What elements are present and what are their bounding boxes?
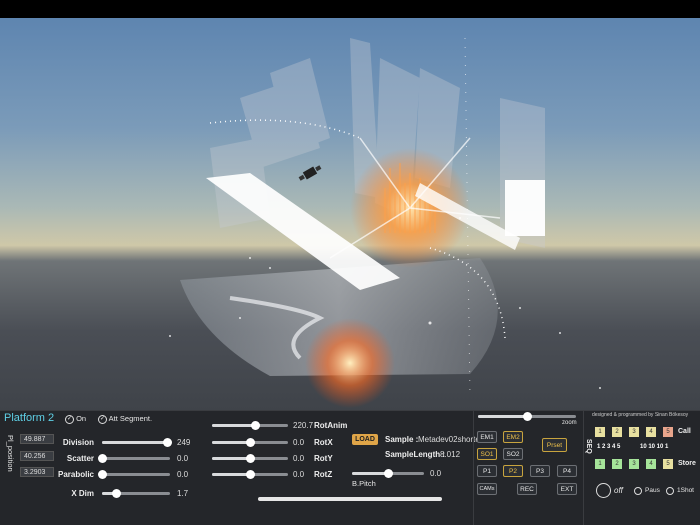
- param-label: Scatter: [66, 454, 94, 463]
- 3d-viewport[interactable]: [0, 18, 700, 410]
- checkmark-icon: ✓: [98, 414, 107, 424]
- platform-title: Platform 2: [4, 412, 55, 424]
- slider-knob[interactable]: [384, 469, 393, 478]
- call-slot[interactable]: 3: [629, 427, 639, 437]
- control-panel: Platform 2 ✓ On ✓ Att Segment. Pl_positi…: [0, 410, 700, 525]
- rotation-label: RotY: [314, 454, 333, 463]
- sample-length-label: SampleLength :: [385, 450, 446, 459]
- home-indicator: [258, 497, 442, 501]
- oneshot-radio[interactable]: [666, 487, 674, 495]
- call-repeat[interactable]: 10 10 10 1: [640, 444, 668, 450]
- em2-button[interactable]: EM2: [503, 431, 523, 443]
- zoom-label: zoom: [562, 420, 577, 426]
- rotation-slider[interactable]: [212, 470, 288, 479]
- store-slot[interactable]: 5: [663, 459, 673, 469]
- pitch-label: B.Pitch: [352, 479, 376, 488]
- scene-render: [169, 37, 601, 408]
- param-slider[interactable]: [98, 470, 170, 479]
- p3-button[interactable]: P3: [530, 465, 550, 477]
- em1-button[interactable]: EM1: [477, 431, 497, 443]
- pitch-slider[interactable]: [352, 469, 424, 478]
- call-slot[interactable]: 4: [646, 427, 656, 437]
- white-panel: [505, 180, 545, 236]
- p4-button[interactable]: P4: [557, 465, 577, 477]
- paus-label: Paus: [645, 487, 660, 494]
- credit-text: designed & programmed by Sinan Bökesoy: [592, 412, 689, 418]
- call-sequence[interactable]: 1 2 3 4 5: [597, 444, 620, 450]
- seq-label: SEQ: [585, 439, 592, 454]
- satellite-object: [298, 165, 322, 181]
- slider-knob[interactable]: [98, 470, 107, 479]
- param-label: Division: [62, 438, 94, 447]
- rotation-slider[interactable]: [212, 421, 288, 430]
- sample-label: Sample :: [385, 435, 419, 444]
- sample-length-value: 8.012: [440, 450, 461, 459]
- so1-button[interactable]: SO1: [477, 448, 497, 460]
- param-value: 0.0: [177, 470, 189, 479]
- call-label: Call: [678, 428, 691, 435]
- slider-knob[interactable]: [246, 470, 255, 479]
- store-slot[interactable]: 2: [612, 459, 622, 469]
- ext-button[interactable]: EXT: [557, 483, 577, 495]
- slider-knob[interactable]: [246, 438, 255, 447]
- param-label: X Dim: [71, 489, 94, 498]
- rec-button[interactable]: REC: [517, 483, 537, 495]
- store-label: Store: [678, 460, 696, 467]
- param-label: Parabolic: [57, 470, 94, 479]
- call-slot[interactable]: 1: [595, 427, 605, 437]
- param-value: 0.0: [177, 454, 189, 463]
- rotation-value: 0.0: [293, 470, 305, 479]
- param-value: 249: [177, 438, 191, 447]
- slider-knob[interactable]: [251, 421, 261, 430]
- rotation-value: 220.7: [293, 421, 314, 430]
- rotation-label: RotAnim: [314, 421, 348, 430]
- param-slider[interactable]: [102, 438, 173, 447]
- zoom-slider[interactable]: [478, 412, 576, 421]
- load-button[interactable]: LOAD: [352, 434, 378, 445]
- paus-radio[interactable]: [634, 487, 642, 495]
- on-toggle[interactable]: ✓ On: [65, 414, 86, 424]
- off-toggle[interactable]: [596, 483, 611, 498]
- rotation-value: 0.0: [293, 438, 305, 447]
- prset-button[interactable]: Prset: [542, 438, 567, 452]
- slider-knob[interactable]: [98, 454, 107, 463]
- checkmark-icon: ✓: [65, 414, 74, 424]
- rotation-slider[interactable]: [212, 438, 288, 447]
- rotation-slider[interactable]: [212, 454, 288, 463]
- slider-knob[interactable]: [111, 489, 121, 498]
- slider-knob[interactable]: [246, 454, 255, 463]
- pitch-value: 0.0: [430, 469, 442, 478]
- param-slider[interactable]: [102, 489, 170, 498]
- store-slot[interactable]: 3: [629, 459, 639, 469]
- status-bar: [0, 0, 700, 18]
- cams-button[interactable]: CAMs: [477, 483, 497, 495]
- rotation-label: RotX: [314, 438, 333, 447]
- param-slider[interactable]: [98, 454, 170, 463]
- slider-knob[interactable]: [163, 438, 173, 447]
- store-slot[interactable]: 1: [595, 459, 605, 469]
- param-value: 1.7: [177, 489, 189, 498]
- so2-button[interactable]: SO2: [503, 448, 523, 460]
- rotation-label: RotZ: [314, 470, 333, 479]
- call-slot[interactable]: 5: [663, 427, 673, 437]
- oneshot-label: 1Shot: [677, 487, 694, 494]
- on-label: On: [76, 414, 87, 423]
- slider-knob[interactable]: [523, 412, 532, 421]
- att-segment-label: Att Segment.: [108, 414, 153, 423]
- att-segment-toggle[interactable]: ✓ Att Segment.: [98, 414, 152, 424]
- rotation-value: 0.0: [293, 454, 305, 463]
- p2-button[interactable]: P2: [503, 465, 523, 477]
- p1-button[interactable]: P1: [477, 465, 497, 477]
- off-label: off: [614, 486, 623, 495]
- store-slot[interactable]: 4: [646, 459, 656, 469]
- call-slot[interactable]: 2: [612, 427, 622, 437]
